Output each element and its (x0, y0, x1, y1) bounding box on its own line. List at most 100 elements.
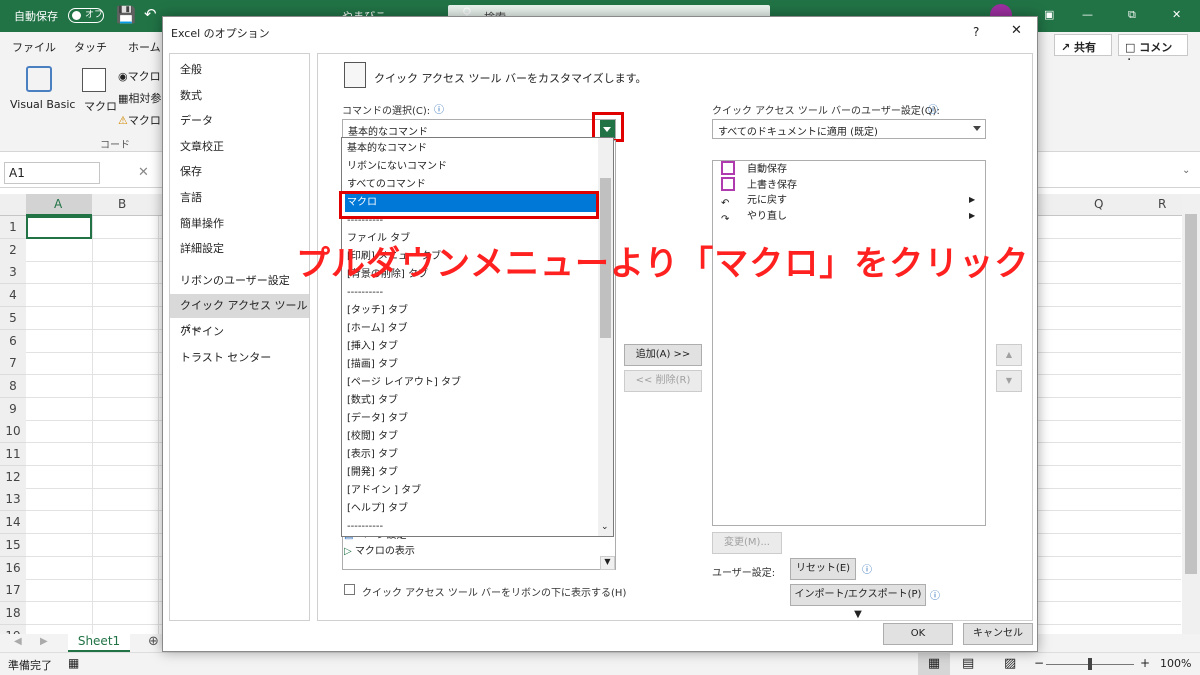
tab-touch[interactable]: タッチ (74, 39, 107, 55)
prev-sheet-icon[interactable]: ◀ (14, 636, 22, 647)
tab-file[interactable]: ファイル (12, 39, 56, 55)
minimize-icon[interactable]: — (1082, 8, 1093, 21)
remove-button[interactable]: << 削除(R) (624, 370, 702, 392)
ribbon-display-icon[interactable]: ▣ (1044, 8, 1054, 21)
reset-button[interactable]: リセット(E) ▼ (790, 558, 856, 594)
comment-button[interactable]: □ コメント (1118, 34, 1188, 70)
normal-view-icon[interactable]: ▦ (918, 653, 950, 675)
autosave-toggle[interactable]: オフ (68, 8, 104, 23)
vertical-scrollbar[interactable] (1182, 194, 1200, 634)
dropdown-item[interactable]: リボンにないコマンド (345, 158, 599, 176)
undo-icon[interactable]: ↶ (144, 5, 157, 23)
nav-item[interactable]: クイック アクセス ツール バー (170, 294, 309, 336)
row-header[interactable]: 14 (0, 511, 26, 535)
col-b[interactable]: B (118, 197, 126, 211)
next-sheet-icon[interactable]: ▶ (40, 636, 48, 647)
row-header[interactable]: 2 (0, 238, 26, 262)
dropdown-item[interactable]: [数式] タブ (345, 392, 599, 410)
nav-item[interactable]: リボンのユーザー設定 (170, 269, 309, 293)
dropdown-item[interactable]: [校閲] タブ (345, 428, 599, 446)
nav-item[interactable]: トラスト センター (170, 346, 309, 370)
move-up-button[interactable]: ▲ (996, 344, 1022, 366)
row-header[interactable]: 6 (0, 329, 26, 353)
save-icon[interactable]: 💾 (116, 5, 136, 24)
zoom-out-icon[interactable]: − (1034, 656, 1044, 670)
name-box[interactable]: A1 (4, 162, 100, 184)
nav-item[interactable]: 簡単操作 (170, 212, 309, 236)
row-header[interactable]: 7 (0, 352, 26, 376)
row-header[interactable]: 11 (0, 443, 26, 466)
tab-home[interactable]: ホーム (128, 39, 161, 55)
row-header[interactable]: 8 (0, 374, 26, 398)
import-export-button[interactable]: インポート/エクスポート(P) ▼ (790, 584, 926, 620)
customize-qat-select[interactable]: すべてのドキュメントに適用 (既定) (712, 119, 986, 139)
row-header[interactable]: 12 (0, 465, 26, 489)
nav-item[interactable]: 保存 (170, 160, 309, 184)
dropdown-item[interactable]: ---------- (345, 284, 599, 302)
dropdown-item[interactable]: [アドイン ] タブ (345, 482, 599, 500)
row-header[interactable]: 3 (0, 261, 26, 285)
dropdown-item[interactable]: [データ] タブ (345, 410, 599, 428)
row-header[interactable]: 4 (0, 284, 26, 308)
share-button[interactable]: ↗ 共有 (1054, 34, 1112, 56)
dropdown-item[interactable]: [ヘルプ] タブ (345, 500, 599, 518)
add-button[interactable]: 追加(A) >> (624, 344, 702, 366)
row-header[interactable]: 16 (0, 556, 26, 580)
qat-item[interactable]: ↶ 元に戻す (721, 193, 787, 209)
list-scroll-down-icon[interactable]: ▼ (600, 556, 615, 570)
cancel-button[interactable]: キャンセル (963, 623, 1033, 645)
choose-commands-select[interactable]: 基本的なコマンド (342, 119, 616, 139)
dropdown-scrollbar[interactable]: ⌄ (598, 138, 613, 536)
nav-item[interactable]: データ (170, 109, 309, 133)
dropdown-item[interactable]: [ホーム] タブ (345, 320, 599, 338)
modify-button[interactable]: 変更(M)... (712, 532, 782, 554)
row-header[interactable]: 17 (0, 579, 26, 603)
active-cell[interactable] (26, 216, 92, 239)
macro-security-button[interactable]: ⚠マクロ (118, 112, 161, 128)
add-sheet-icon[interactable]: ⊕ (148, 634, 159, 649)
row-header[interactable]: 1 (0, 216, 26, 239)
col-r[interactable]: R (1158, 197, 1166, 211)
page-break-icon[interactable]: ▨ (1004, 656, 1016, 671)
nav-item[interactable]: 言語 (170, 186, 309, 210)
row-header[interactable]: 18 (0, 601, 26, 625)
zoom-handle[interactable] (1088, 658, 1092, 670)
nav-item[interactable]: 全般 (170, 58, 309, 82)
expand-formula-icon[interactable]: ⌄ (1182, 165, 1190, 176)
row-header[interactable]: 15 (0, 533, 26, 557)
ok-button[interactable]: OK (883, 623, 953, 645)
dropdown-item[interactable]: [表示] タブ (345, 446, 599, 464)
dropdown-item[interactable]: [開発] タブ (345, 464, 599, 482)
sheet-tab[interactable]: Sheet1 (68, 634, 130, 652)
row-header[interactable]: 5 (0, 306, 26, 330)
window-close-icon[interactable]: ✕ (1172, 8, 1181, 21)
dropdown-item[interactable]: [ページ レイアウト] タブ (345, 374, 599, 392)
qat-item[interactable]: 自動保存 (721, 161, 787, 177)
chevron-down-icon[interactable]: ⌄ (601, 522, 609, 532)
restore-icon[interactable]: ⧉ (1128, 8, 1136, 22)
nav-item[interactable]: 数式 (170, 84, 309, 108)
dropdown-item[interactable]: [挿入] タブ (345, 338, 599, 356)
visual-basic-button[interactable]: Visual Basic (10, 98, 75, 111)
col-q[interactable]: Q (1094, 197, 1103, 211)
row-header[interactable]: 10 (0, 420, 26, 444)
help-button[interactable]: ? (973, 25, 979, 39)
qat-item[interactable]: 上書き保存 (721, 177, 797, 193)
dialog-close-button[interactable]: ✕ (1011, 23, 1022, 38)
cancel-entry-icon[interactable]: ✕ (138, 165, 149, 180)
list-item[interactable]: ▷ マクロの表示 (344, 544, 415, 560)
show-below-checkbox[interactable] (344, 584, 355, 595)
scroll-thumb[interactable] (1185, 214, 1197, 574)
macro-button[interactable]: マクロ (84, 98, 117, 114)
qat-list[interactable]: 自動保存 上書き保存 ↶ 元に戻す ↷ やり直し ▶ ▶ (712, 160, 986, 526)
qat-item[interactable]: ↷ やり直し (721, 209, 787, 225)
row-header[interactable]: 9 (0, 397, 26, 421)
relative-ref-button[interactable]: ▦相対参 (118, 90, 161, 106)
zoom-in-icon[interactable]: + (1140, 656, 1150, 670)
row-header[interactable]: 13 (0, 488, 26, 512)
nav-item[interactable]: 文章校正 (170, 135, 309, 159)
dropdown-item[interactable]: ---------- (345, 518, 599, 536)
dropdown-item[interactable]: [描画] タブ (345, 356, 599, 374)
nav-item[interactable]: アドイン (170, 320, 309, 344)
nav-item[interactable]: 詳細設定 (170, 237, 309, 261)
